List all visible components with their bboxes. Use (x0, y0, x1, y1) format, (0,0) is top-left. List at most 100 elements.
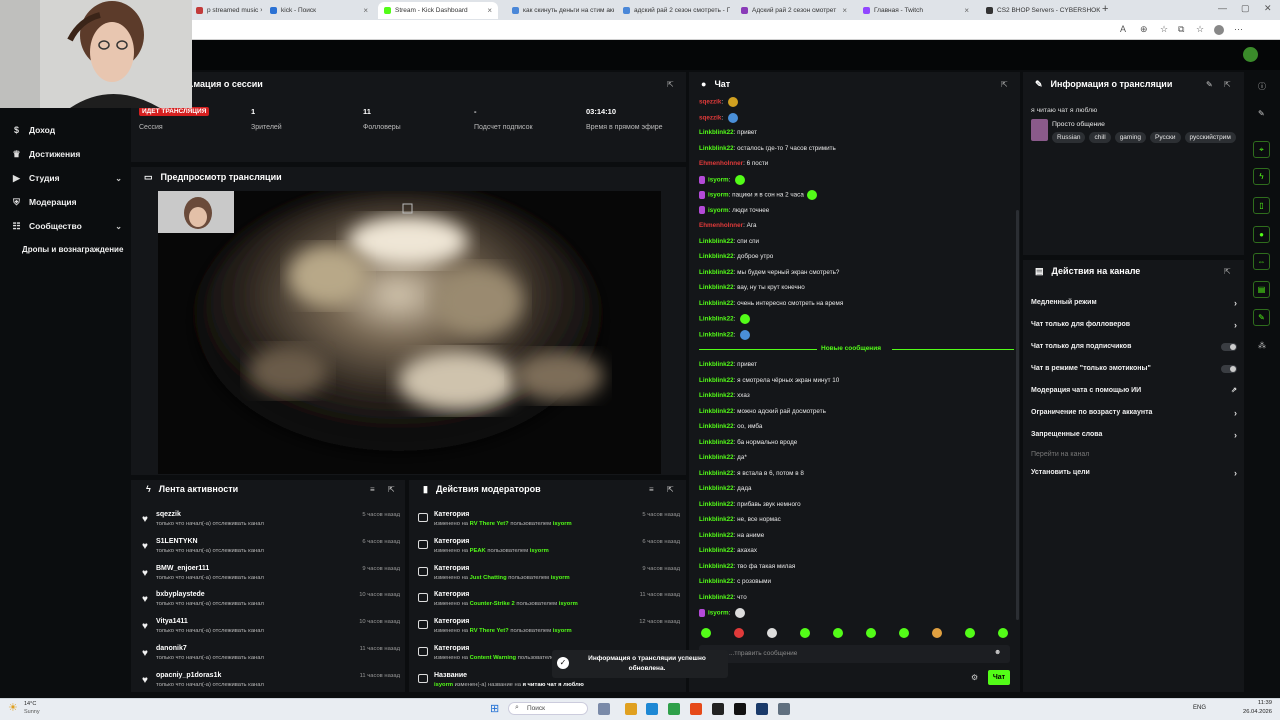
sidebar-item[interactable]: ⛨ Модерация (12, 197, 122, 207)
chevron-right-icon[interactable]: › (1234, 407, 1237, 419)
sidebar-item[interactable]: $ Доход (12, 125, 122, 135)
emoji-picker-icon[interactable]: ☻ (994, 649, 1001, 656)
chevron-down-icon[interactable]: ⌄ (115, 174, 122, 183)
chat-username[interactable]: Linkblink22 (699, 547, 734, 554)
address-bar[interactable] (0, 20, 1280, 40)
send-chat-button[interactable]: Чат (988, 670, 1010, 685)
chat-username[interactable]: Ehmenholnner (699, 222, 743, 229)
chat-username[interactable]: Linkblink22 (699, 331, 734, 338)
emote-picker-icon[interactable] (734, 628, 744, 638)
reader-icon[interactable]: A (1120, 24, 1126, 34)
browser-tab[interactable]: p streamed music ×× (190, 2, 262, 19)
chat-username[interactable]: isyorm (708, 207, 729, 214)
info-icon[interactable]: ⓘ (1258, 81, 1266, 92)
chevron-right-icon[interactable]: › (1234, 429, 1237, 441)
chat-input[interactable]: ...тправить сообщение ☻ (699, 645, 1010, 663)
edge-browser-icon[interactable] (646, 703, 658, 715)
browser-tab[interactable]: Главная - Twitch × (857, 2, 975, 19)
channel-action-item[interactable]: Чат в режиме "только эмотиконы" (1031, 363, 1237, 375)
emote-picker-icon[interactable] (833, 628, 843, 638)
chat-username[interactable]: sqezzik (699, 114, 721, 121)
wrench-icon[interactable]: ✎ (1253, 309, 1270, 326)
chat-username[interactable]: Linkblink22 (699, 454, 734, 461)
profile-avatar[interactable] (1214, 25, 1224, 35)
expand-icon[interactable]: ⇱ (1001, 80, 1008, 89)
layout-icon[interactable]: ⁂ (1258, 341, 1266, 350)
activity-username[interactable]: opacniy_p1doras1k (156, 672, 221, 679)
chat-username[interactable]: Linkblink22 (699, 361, 734, 368)
emote-picker-icon[interactable] (800, 628, 810, 638)
chevron-down-icon[interactable]: ⌄ (115, 222, 122, 231)
chat-scrollbar[interactable] (1016, 210, 1019, 620)
chat-username[interactable]: Linkblink22 (699, 316, 734, 323)
close-window-icon[interactable]: ✕ (1264, 3, 1272, 14)
sidebar-item[interactable]: ☷ Сообщество ⌄ (12, 221, 122, 231)
chat-username[interactable]: Ehmenholnner (699, 160, 743, 167)
favorite-star-icon[interactable]: ☆ (1160, 24, 1168, 35)
chat-username[interactable]: isyorm (708, 176, 729, 183)
external-link-icon[interactable]: ⇗ (1231, 385, 1237, 397)
chevron-right-icon[interactable]: › (1234, 467, 1237, 479)
translate-icon[interactable]: ⊕ (1140, 24, 1148, 35)
document-icon[interactable]: ▯ (1253, 197, 1270, 214)
clock-date[interactable]: 26.04.2026 (1234, 709, 1272, 715)
chat-username[interactable]: Linkblink22 (699, 392, 734, 399)
settings-gear-icon[interactable]: ⚙ (971, 673, 978, 682)
activity-username[interactable]: bxbyplaystede (156, 591, 205, 598)
app-icon[interactable] (712, 703, 724, 715)
channel-action-item[interactable]: Перейти на канал (1031, 449, 1237, 461)
chat-username[interactable]: sqezzik (699, 99, 721, 106)
emote-picker-icon[interactable] (965, 628, 975, 638)
browser-tab[interactable]: CS2 BHOP Servers - CYBERSHOKE× (980, 2, 1100, 19)
stream-tag[interactable]: gaming (1114, 132, 1147, 143)
edit-icon[interactable]: ✎ (1258, 109, 1265, 118)
activity-username[interactable]: S1LENTYKN (156, 538, 198, 545)
chat-username[interactable]: Linkblink22 (699, 470, 734, 477)
chrome-icon[interactable] (690, 703, 702, 715)
activity-username[interactable]: BMW_enjoer111 (156, 565, 209, 572)
browser-tab[interactable]: Stream - Kick Dashboard × (378, 2, 498, 19)
chat-username[interactable]: Linkblink22 (699, 439, 734, 446)
windows-start-icon[interactable]: ⊞ (490, 702, 499, 715)
close-tab-icon[interactable]: × (363, 6, 368, 15)
channel-action-item[interactable]: Медленный режим › (1031, 297, 1237, 309)
emote-picker-icon[interactable] (701, 628, 711, 638)
settings-icon[interactable] (778, 703, 790, 715)
browser-tab[interactable]: kick - Поиск × (264, 2, 374, 19)
emote-picker-icon[interactable] (932, 628, 942, 638)
emote-picker-icon[interactable] (998, 628, 1008, 638)
stream-preview-video[interactable] (158, 191, 661, 474)
favorites-icon[interactable]: ☆ (1196, 24, 1204, 35)
channel-action-item[interactable]: Чат только для фолловеров › (1031, 319, 1237, 331)
store-icon[interactable] (668, 703, 680, 715)
more-menu-icon[interactable]: ⋯ (1234, 24, 1243, 35)
chat-username[interactable]: Linkblink22 (699, 284, 734, 291)
chat-username[interactable]: isyorm (708, 610, 729, 617)
expand-icon[interactable]: ⇱ (388, 485, 395, 494)
clock-time[interactable]: 11:39 (1240, 700, 1272, 706)
link-icon[interactable]: ⇔ (1253, 253, 1270, 270)
activity-username[interactable]: danonik7 (156, 645, 187, 652)
emote-picker-icon[interactable] (899, 628, 909, 638)
channel-action-item[interactable]: Чат только для подписчиков (1031, 341, 1237, 353)
widgets-icon[interactable] (598, 703, 610, 715)
chat-icon[interactable]: ● (1253, 226, 1270, 243)
emote-picker-icon[interactable] (767, 628, 777, 638)
chat-username[interactable]: Linkblink22 (699, 238, 734, 245)
scan-icon[interactable]: ⌖ (1253, 141, 1270, 158)
chat-username[interactable]: Linkblink22 (699, 485, 734, 492)
lightning-icon[interactable]: ϟ (1253, 168, 1270, 185)
server-icon[interactable]: ▤ (1253, 281, 1270, 298)
sidebar-item[interactable]: Дропы и вознаграждение (22, 245, 132, 254)
minimize-icon[interactable]: — (1218, 3, 1227, 13)
chat-username[interactable]: Linkblink22 (699, 594, 734, 601)
expand-icon[interactable]: ⇱ (1224, 80, 1231, 89)
maximize-icon[interactable]: ▢ (1241, 3, 1250, 14)
user-avatar[interactable] (1243, 47, 1258, 62)
extensions-icon[interactable]: ⧉ (1178, 24, 1184, 35)
chat-username[interactable]: Linkblink22 (699, 563, 734, 570)
close-tab-icon[interactable]: × (842, 6, 847, 15)
browser-tab[interactable]: как скинуть деньги на стим акку× (506, 2, 614, 19)
chat-username[interactable]: Linkblink22 (699, 129, 734, 136)
browser-tab[interactable]: адский рай 2 сезон смотреть - П× (617, 2, 730, 19)
